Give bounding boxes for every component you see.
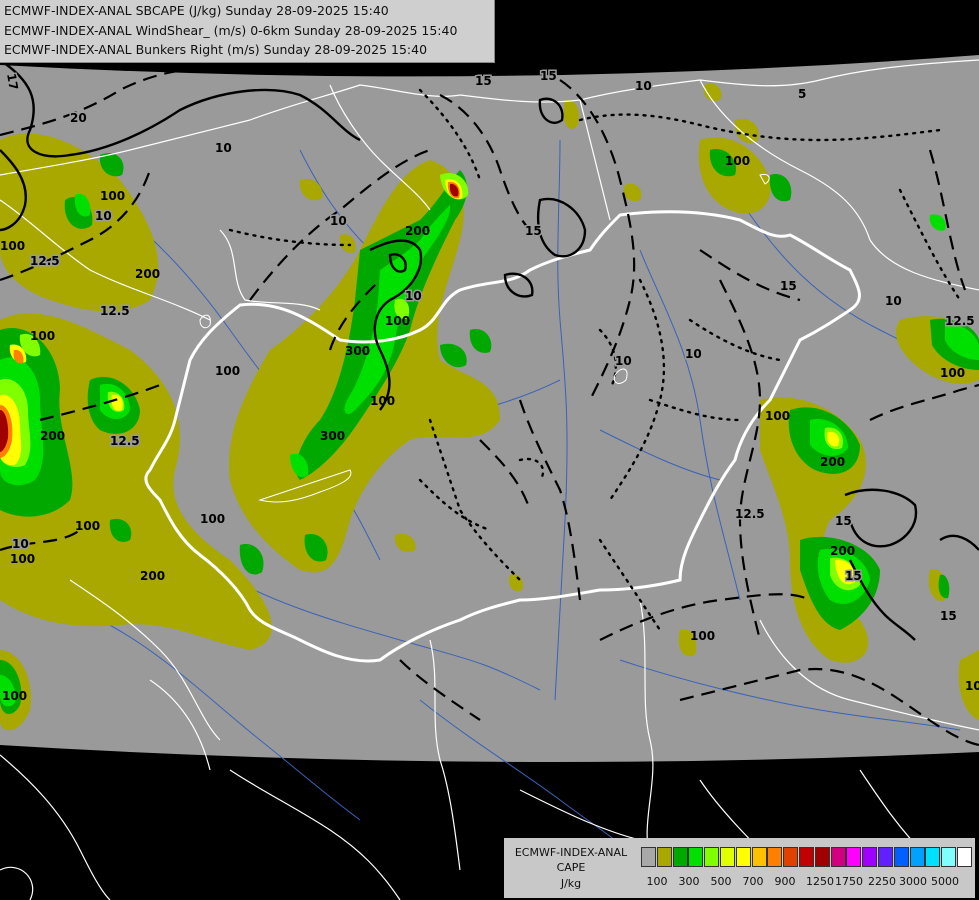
- legend-swatch: [878, 847, 893, 867]
- legend-tick: 700: [742, 875, 764, 888]
- ws-label: 12.5: [735, 507, 765, 521]
- ws-label: 10: [215, 141, 232, 155]
- legend-swatch: [751, 847, 767, 867]
- cape-label: 100: [725, 154, 750, 168]
- cape-label: 200: [830, 544, 855, 558]
- ws-label: 10: [615, 354, 632, 368]
- ws-label: 10: [685, 347, 702, 361]
- header-line-sbcape: ECMWF-INDEX-ANAL SBCAPE (J/kg) Sunday 28…: [4, 3, 389, 18]
- ws-label: 15: [845, 569, 862, 583]
- legend-swatch: [957, 847, 972, 867]
- map-header: ECMWF-INDEX-ANAL SBCAPE (J/kg) Sunday 28…: [0, 0, 495, 63]
- legend-swatch: [767, 847, 783, 867]
- legend-title-param: CAPE: [556, 861, 586, 874]
- cape-label: 100: [215, 364, 240, 378]
- legend-title-source: ECMWF-INDEX-ANAL: [514, 846, 628, 859]
- cape-label: 100: [200, 512, 225, 526]
- legend-tick: 1250: [806, 875, 834, 888]
- ws-label: 12.5: [30, 254, 60, 268]
- legend-swatch: [656, 847, 672, 867]
- legend-title-unit: J/kg: [560, 877, 582, 890]
- cape-label: 100: [765, 409, 790, 423]
- ws-label: 10: [885, 294, 902, 308]
- ws-label: 10: [330, 214, 347, 228]
- ws-label: 12.5: [100, 304, 130, 318]
- ws-label: 20: [70, 111, 87, 125]
- cape-label: 100: [75, 519, 100, 533]
- cape-label: 100: [100, 189, 125, 203]
- legend-swatch: [641, 847, 656, 867]
- legend-tick: 3000: [899, 875, 927, 888]
- cape-label: 100: [10, 552, 35, 566]
- cape-label: 300: [320, 429, 345, 443]
- cape-label: 100: [0, 239, 25, 253]
- legend-swatch: [893, 847, 909, 867]
- cape-label: 100: [965, 679, 979, 693]
- cape-label: 200: [40, 429, 65, 443]
- legend-tick: 5000: [931, 875, 959, 888]
- cape-label: 200: [135, 267, 160, 281]
- legend-tick: 100: [646, 875, 668, 888]
- legend-swatch: [830, 847, 846, 867]
- cape-label: 100: [2, 689, 27, 703]
- ws-label: 10: [12, 537, 29, 551]
- ws-label: 10: [635, 79, 652, 93]
- legend-swatch: [846, 847, 862, 867]
- ws-label: 15: [940, 609, 957, 623]
- legend-swatch: [941, 847, 957, 867]
- cape-label: 300: [345, 344, 370, 358]
- legend-swatch: [688, 847, 704, 867]
- legend-swatch: [735, 847, 751, 867]
- legend-tick: 1750: [835, 875, 863, 888]
- ws-label: 10: [95, 209, 112, 223]
- legend-tick: 900: [774, 875, 796, 888]
- cape-label: 200: [140, 569, 165, 583]
- cape-label: 100: [385, 314, 410, 328]
- ws-label: 15: [780, 279, 797, 293]
- legend-swatch: [672, 847, 688, 867]
- cape-label: 100: [30, 329, 55, 343]
- ws-label: 15: [540, 69, 557, 83]
- cape-label: 100: [940, 366, 965, 380]
- cape-label: 200: [820, 455, 845, 469]
- legend-swatch: [909, 847, 925, 867]
- header-line-windshear: ECMWF-INDEX-ANAL WindShear_ (m/s) 0-6km …: [4, 23, 458, 38]
- legend-tick: 300: [678, 875, 700, 888]
- legend-swatch: [862, 847, 878, 867]
- ws-label: 15: [475, 74, 492, 88]
- ws-label: 10: [405, 289, 422, 303]
- legend-swatch: [925, 847, 941, 867]
- ws-label: 12.5: [110, 434, 140, 448]
- legend-swatch: [783, 847, 799, 867]
- cape-label: 200: [405, 224, 430, 238]
- legend-tick: 500: [710, 875, 732, 888]
- legend-swatch: [814, 847, 830, 867]
- header-line-bunkers: ECMWF-INDEX-ANAL Bunkers Right (m/s) Sun…: [4, 42, 428, 57]
- cape-legend: ECMWF-INDEX-ANAL CAPE J/kg 100 300 500 7…: [504, 838, 975, 898]
- weather-map: 17 20 10 10 12.5 15 15 10 5 10 10 10 15 …: [0, 0, 979, 900]
- ws-label: 17: [4, 72, 21, 91]
- legend-tick: 2250: [868, 875, 896, 888]
- ws-label: 12.5: [945, 314, 975, 328]
- ws-label: 15: [525, 224, 542, 238]
- legend-swatch: [799, 847, 814, 867]
- legend-swatch: [704, 847, 720, 867]
- legend-swatch: [720, 847, 735, 867]
- ws-label: 15: [835, 514, 852, 528]
- ws-label: 5: [798, 87, 806, 101]
- cape-label: 100: [690, 629, 715, 643]
- cape-label: 100: [370, 394, 395, 408]
